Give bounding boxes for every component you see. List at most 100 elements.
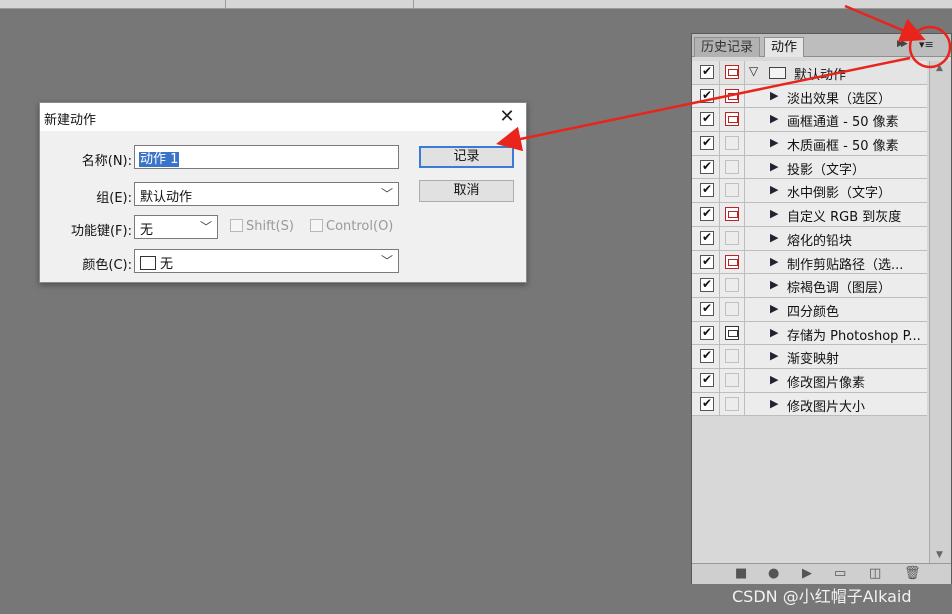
play-icon[interactable]: ▶	[802, 566, 812, 581]
checkmark-icon[interactable]: ✔	[700, 301, 714, 316]
checkmark-icon[interactable]: ✔	[700, 372, 714, 387]
collapsed-triangle-icon[interactable]: ▶	[770, 373, 778, 386]
action-row[interactable]: ✔ ▶ 画框通道 - 50 像素	[692, 108, 927, 133]
checkmark-icon[interactable]: ✔	[700, 325, 714, 340]
panel-bottom-toolbar: ■ ● ▶ ▭ ◫ 🗑	[692, 563, 951, 584]
record-button[interactable]: 记录	[419, 146, 514, 168]
collapsed-triangle-icon[interactable]: ▶	[770, 112, 778, 125]
action-row[interactable]: ✔ ▶ 淡出效果（选区）	[692, 84, 927, 109]
dialog-toggle-icon[interactable]	[725, 207, 739, 222]
color-select[interactable]: 无 ﹀	[134, 249, 399, 273]
action-row[interactable]: ✔ ▶ 木质画框 - 50 像素	[692, 132, 927, 156]
collapsed-triangle-icon[interactable]: ▶	[770, 136, 778, 149]
column-divider	[719, 321, 720, 345]
checkmark-icon[interactable]: ✔	[700, 230, 714, 245]
stop-icon[interactable]: ■	[735, 566, 747, 581]
collapsed-triangle-icon[interactable]: ▶	[770, 160, 778, 173]
action-row[interactable]: ✔ ▶ 修改图片像素	[692, 368, 927, 393]
trash-icon[interactable]: 🗑	[904, 566, 921, 581]
action-row[interactable]: ✔ ▶ 棕褐色调（图层）	[692, 274, 927, 298]
dialog-toggle-icon[interactable]	[725, 278, 739, 293]
column-divider	[719, 155, 720, 179]
collapsed-triangle-icon[interactable]: ▶	[770, 183, 778, 196]
collapsed-triangle-icon[interactable]: ▶	[770, 349, 778, 362]
dialog-toggle-icon[interactable]	[725, 159, 739, 174]
action-row[interactable]: ✔ ▶ 存储为 Photoshop P...	[692, 321, 927, 346]
dialog-toggle-icon[interactable]	[725, 65, 739, 79]
checkmark-icon[interactable]: ✔	[700, 254, 714, 269]
dialog-toggle-icon[interactable]	[725, 254, 739, 269]
close-icon[interactable]: ✕	[494, 105, 520, 129]
dialog-toggle-icon[interactable]	[725, 88, 739, 103]
action-row[interactable]: ✔ ▶ 熔化的铅块	[692, 226, 927, 251]
checkbox-box	[310, 219, 323, 232]
checkmark-icon[interactable]: ✔	[700, 278, 714, 293]
name-input[interactable]: 动作 1	[134, 145, 399, 169]
checkmark-icon[interactable]: ✔	[700, 396, 714, 411]
action-row[interactable]: ✔ ▶ 四分颜色	[692, 297, 927, 322]
new-set-icon[interactable]: ▭	[834, 566, 846, 581]
action-row[interactable]: ✔ ▶ 渐变映射	[692, 345, 927, 369]
action-name: 自定义 RGB 到灰度	[787, 210, 902, 226]
new-action-dialog: 新建动作 ✕ 名称(N): 动作 1 组(E): 默认动作 ﹀ 功能键(F): …	[39, 102, 527, 283]
shift-checkbox-label: Shift(S)	[246, 219, 294, 234]
panel-menu-icon[interactable]: ▾≡	[919, 38, 934, 51]
shift-checkbox[interactable]: Shift(S)	[230, 219, 294, 234]
control-checkbox[interactable]: Control(O)	[310, 219, 393, 234]
hotkey-select[interactable]: 无 ﹀	[134, 215, 218, 239]
collapsed-triangle-icon[interactable]: ▶	[770, 255, 778, 268]
group-select-value: 默认动作	[140, 190, 193, 205]
collapsed-triangle-icon[interactable]: ▶	[770, 278, 778, 291]
checkmark-icon[interactable]: ✔	[700, 136, 714, 151]
checkmark-icon[interactable]: ✔	[700, 112, 714, 127]
checkmark-icon[interactable]: ✔	[700, 88, 714, 103]
dialog-toggle-icon[interactable]	[725, 301, 739, 316]
column-divider	[744, 226, 745, 250]
dialog-toggle-icon[interactable]	[725, 136, 739, 151]
action-row[interactable]: ✔ ▶ 投影（文字）	[692, 155, 927, 180]
action-name: 水中倒影（文字）	[787, 186, 892, 202]
collapsed-triangle-icon[interactable]: ▶	[770, 89, 778, 102]
collapsed-triangle-icon[interactable]: ▶	[770, 302, 778, 315]
action-set-row[interactable]: ✔ ▽ 默认动作	[692, 61, 927, 85]
collapse-arrows-icon[interactable]: ▶▶	[897, 39, 908, 49]
record-icon[interactable]: ●	[768, 566, 779, 581]
action-row[interactable]: ✔ ▶ 制作剪贴路径（选...	[692, 250, 927, 275]
tab-history[interactable]: 历史记录	[694, 37, 761, 57]
panel-scrollbar[interactable]	[929, 61, 951, 569]
column-divider	[744, 108, 745, 132]
dialog-toggle-icon[interactable]	[725, 325, 739, 340]
dialog-toggle-icon[interactable]	[725, 372, 739, 387]
dialog-titlebar: 新建动作 ✕	[40, 103, 526, 131]
checkmark-icon[interactable]: ✔	[700, 159, 714, 174]
action-row[interactable]: ✔ ▶ 修改图片大小	[692, 392, 927, 417]
new-action-icon[interactable]: ◫	[869, 566, 881, 581]
checkmark-icon[interactable]: ✔	[700, 207, 714, 222]
cancel-button[interactable]: 取消	[419, 180, 514, 202]
dialog-toggle-icon[interactable]	[725, 349, 739, 364]
column-divider	[744, 345, 745, 368]
action-row[interactable]: ✔ ▶ 自定义 RGB 到灰度	[692, 203, 927, 227]
action-name: 投影（文字）	[787, 162, 866, 178]
scroll-down-icon[interactable]: ▼	[936, 550, 943, 560]
dialog-toggle-icon[interactable]	[725, 230, 739, 245]
collapsed-triangle-icon[interactable]: ▶	[770, 326, 778, 339]
checkmark-icon[interactable]: ✔	[700, 183, 714, 198]
collapsed-triangle-icon[interactable]: ▶	[770, 207, 778, 220]
action-name: 四分颜色	[787, 304, 840, 320]
expanded-triangle-icon[interactable]: ▽	[749, 64, 758, 78]
dialog-toggle-icon[interactable]	[725, 183, 739, 198]
color-swatch-icon	[140, 256, 156, 270]
tab-actions[interactable]: 动作	[764, 37, 805, 57]
group-select[interactable]: 默认动作 ﹀	[134, 182, 399, 206]
action-row[interactable]: ✔ ▶ 水中倒影（文字）	[692, 179, 927, 204]
dialog-toggle-icon[interactable]	[725, 112, 739, 127]
action-name: 修改图片像素	[787, 375, 866, 391]
collapsed-triangle-icon[interactable]: ▶	[770, 397, 778, 410]
checkmark-icon[interactable]: ✔	[700, 349, 714, 364]
collapsed-triangle-icon[interactable]: ▶	[770, 231, 778, 244]
scroll-up-icon[interactable]: ▲	[936, 63, 943, 73]
dialog-toggle-icon[interactable]	[725, 396, 739, 411]
checkmark-icon[interactable]: ✔	[700, 65, 714, 79]
panel-tabbar: 历史记录 动作 ▶▶ ▾≡	[692, 34, 951, 57]
